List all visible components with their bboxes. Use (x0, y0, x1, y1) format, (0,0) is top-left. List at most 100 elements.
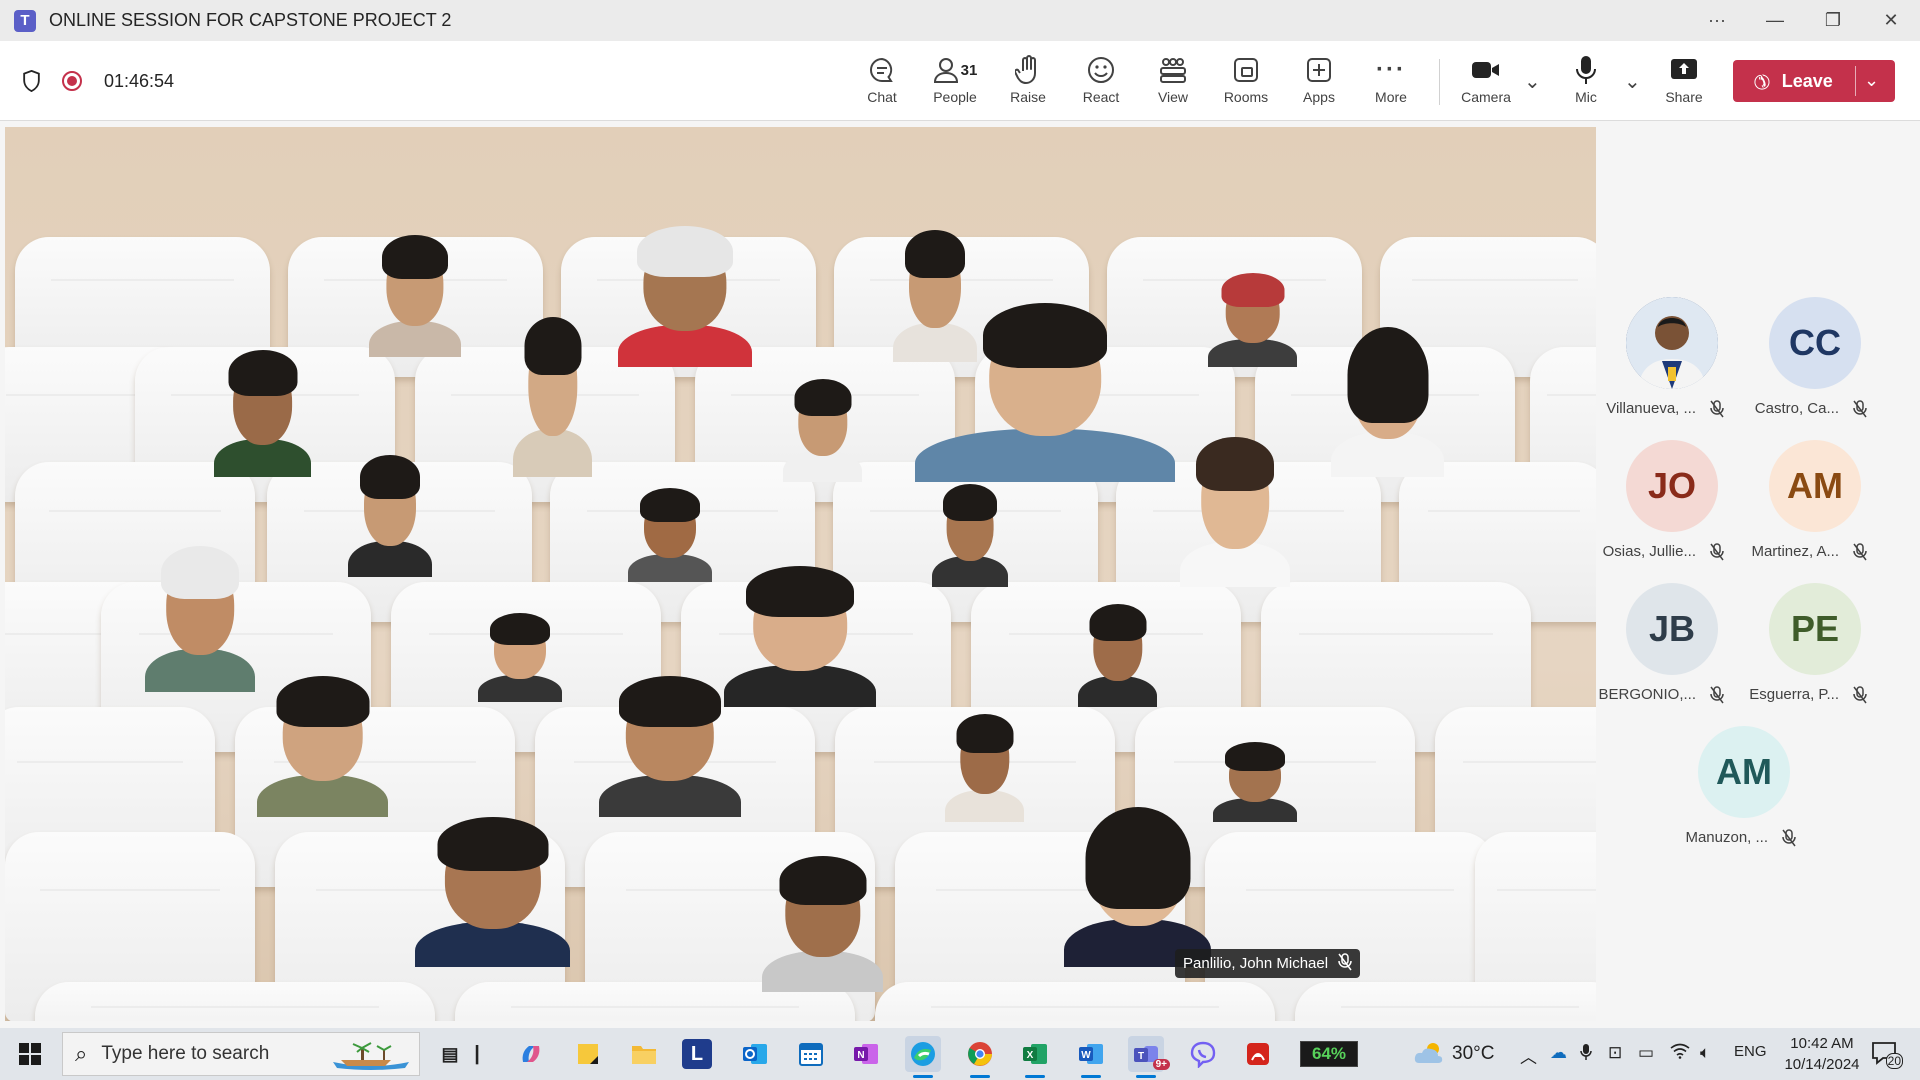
outlook-icon[interactable] (737, 1036, 773, 1072)
leave-options-chevron-icon[interactable]: ⌄ (1864, 70, 1879, 91)
excel-icon[interactable]: X (1017, 1036, 1053, 1078)
close-icon[interactable]: ✕ (1862, 0, 1920, 41)
word-icon[interactable]: W (1073, 1036, 1109, 1078)
participant-video[interactable] (340, 447, 440, 577)
react-button[interactable]: React (1066, 53, 1136, 105)
participant-video[interactable] (1170, 427, 1300, 587)
share-icon (1649, 53, 1719, 87)
participant-name: Villanueva, ... (1606, 400, 1696, 417)
copilot-icon[interactable] (513, 1036, 549, 1072)
teams-icon[interactable]: T 9+ (1128, 1036, 1170, 1078)
battery-tray-icon[interactable]: ▭ (1638, 1043, 1654, 1063)
participant-card[interactable]: AM Martinez, A... (1739, 440, 1879, 580)
view-button[interactable]: View (1138, 53, 1208, 105)
participant-card[interactable]: PE Esguerra, P... (1739, 583, 1879, 723)
chat-button[interactable]: Chat (847, 53, 917, 105)
svg-text:N: N (857, 1050, 864, 1061)
onedrive-cloud-icon[interactable]: ☁ (1550, 1043, 1567, 1063)
notification-center-icon[interactable]: 20 (1871, 1041, 1903, 1069)
title-bar: T ONLINE SESSION FOR CAPSTONE PROJECT 2 … (0, 0, 1920, 41)
view-label: View (1157, 89, 1189, 105)
chrome-icon[interactable] (962, 1036, 998, 1078)
participant-card[interactable]: JO Osias, Jullie... (1596, 440, 1736, 580)
search-placeholder: Type here to search (101, 1043, 270, 1064)
rooms-button[interactable]: Rooms (1211, 53, 1281, 105)
wifi-icon[interactable] (1670, 1043, 1690, 1064)
restore-icon[interactable]: ❐ (1804, 0, 1862, 41)
participant-card[interactable]: Villanueva, ... (1596, 297, 1736, 437)
shield-icon[interactable] (22, 70, 41, 92)
participant-video[interactable] (890, 292, 1200, 482)
leave-label: Leave (1781, 70, 1833, 91)
onenote-icon[interactable]: N (848, 1036, 884, 1072)
clock-date: 10/14/2024 (1784, 1056, 1860, 1073)
together-mode-stage: Panlilio, John Michael (5, 127, 1596, 1021)
apps-button[interactable]: Apps (1284, 53, 1354, 105)
teams-logo-icon: T (14, 9, 36, 32)
weather-cloud-icon[interactable] (1413, 1041, 1445, 1065)
participant-video[interactable] (470, 607, 570, 702)
microphone-tray-icon[interactable] (1580, 1043, 1592, 1066)
file-explorer-icon[interactable] (626, 1036, 662, 1072)
leave-button[interactable]: ✆ Leave ⌄ (1733, 60, 1895, 102)
people-label: People (933, 89, 977, 105)
participant-video[interactable] (925, 477, 1015, 587)
participant-video[interactable] (1050, 797, 1225, 967)
language-indicator[interactable]: ENG (1734, 1043, 1767, 1060)
show-hidden-icons-chevron-icon[interactable]: ︿ (1520, 1043, 1537, 1068)
participant-video[interactable] (360, 227, 470, 357)
participant-name: Esguerra, P... (1749, 686, 1839, 703)
participant-video[interactable] (1200, 267, 1305, 367)
raise-hand-button[interactable]: Raise (993, 53, 1063, 105)
mic-button[interactable]: Mic (1551, 53, 1621, 105)
viber-icon[interactable] (1185, 1036, 1221, 1072)
participant-card[interactable]: AM Manuzon, ... (1668, 726, 1808, 866)
minimize-icon[interactable]: — (1746, 0, 1804, 41)
more-label: More (1375, 89, 1407, 105)
edge-icon[interactable] (905, 1036, 941, 1078)
more-options-icon[interactable]: ··· (1688, 0, 1746, 41)
raise-label: Raise (1010, 89, 1046, 105)
participant-video[interactable] (620, 482, 720, 582)
participant-video[interactable] (400, 807, 585, 967)
volume-icon[interactable]: 🔈︎ (1700, 1043, 1710, 1063)
camera-icon (1451, 53, 1521, 87)
participant-video[interactable] (775, 372, 870, 482)
muted-mic-icon (1853, 543, 1867, 565)
camera-in-use-icon[interactable]: ⊡ (1608, 1043, 1622, 1063)
l-app-icon[interactable]: L (682, 1039, 712, 1069)
participant-video[interactable] (245, 667, 400, 817)
participant-video[interactable] (937, 707, 1032, 822)
react-icon (1066, 53, 1136, 87)
sticky-notes-icon[interactable] (570, 1036, 606, 1072)
windows-start-icon[interactable] (19, 1043, 41, 1065)
mic-label: Mic (1575, 89, 1597, 105)
mic-options-chevron-icon[interactable]: ⌄ (1624, 69, 1641, 94)
meeting-toolbar: 01:46:54 Chat 31 People Raise React View (0, 41, 1920, 121)
taskbar-search-box[interactable]: ⌕ Type here to search (62, 1032, 420, 1076)
calendar-icon[interactable] (793, 1036, 829, 1072)
camera-options-chevron-icon[interactable]: ⌄ (1524, 69, 1541, 94)
participant-video[interactable] (205, 342, 320, 477)
participant-video[interactable] (505, 307, 600, 477)
participant-video[interactable] (1070, 597, 1165, 707)
participant-video[interactable] (605, 217, 765, 367)
participant-card[interactable]: JB BERGONIO,... (1596, 583, 1736, 723)
system-clock[interactable]: 10:42 AM 10/14/2024 (1772, 1033, 1872, 1075)
participant-video[interactable] (1320, 317, 1455, 477)
task-view-icon[interactable]: ▤ (432, 1036, 468, 1072)
more-button[interactable]: ··· More (1356, 53, 1426, 105)
windows-taskbar: ⌕ Type here to search ▤ | L N X W T 9+ 6… (0, 1028, 1920, 1080)
chat-icon (847, 53, 917, 87)
camera-button[interactable]: Camera (1451, 53, 1521, 105)
muted-mic-icon (1710, 543, 1724, 565)
participant-video[interactable] (585, 667, 755, 817)
people-button[interactable]: 31 People (920, 53, 990, 105)
battery-widget[interactable]: 64% (1300, 1041, 1358, 1067)
participant-avatar: AM (1698, 726, 1790, 818)
participants-side-panel: Villanueva, ... CC Castro, Ca... JO Osia… (1596, 121, 1920, 1021)
acrobat-icon[interactable] (1240, 1036, 1276, 1072)
share-button[interactable]: Share (1649, 53, 1719, 105)
participant-card[interactable]: CC Castro, Ca... (1739, 297, 1879, 437)
participant-video[interactable] (750, 847, 895, 992)
